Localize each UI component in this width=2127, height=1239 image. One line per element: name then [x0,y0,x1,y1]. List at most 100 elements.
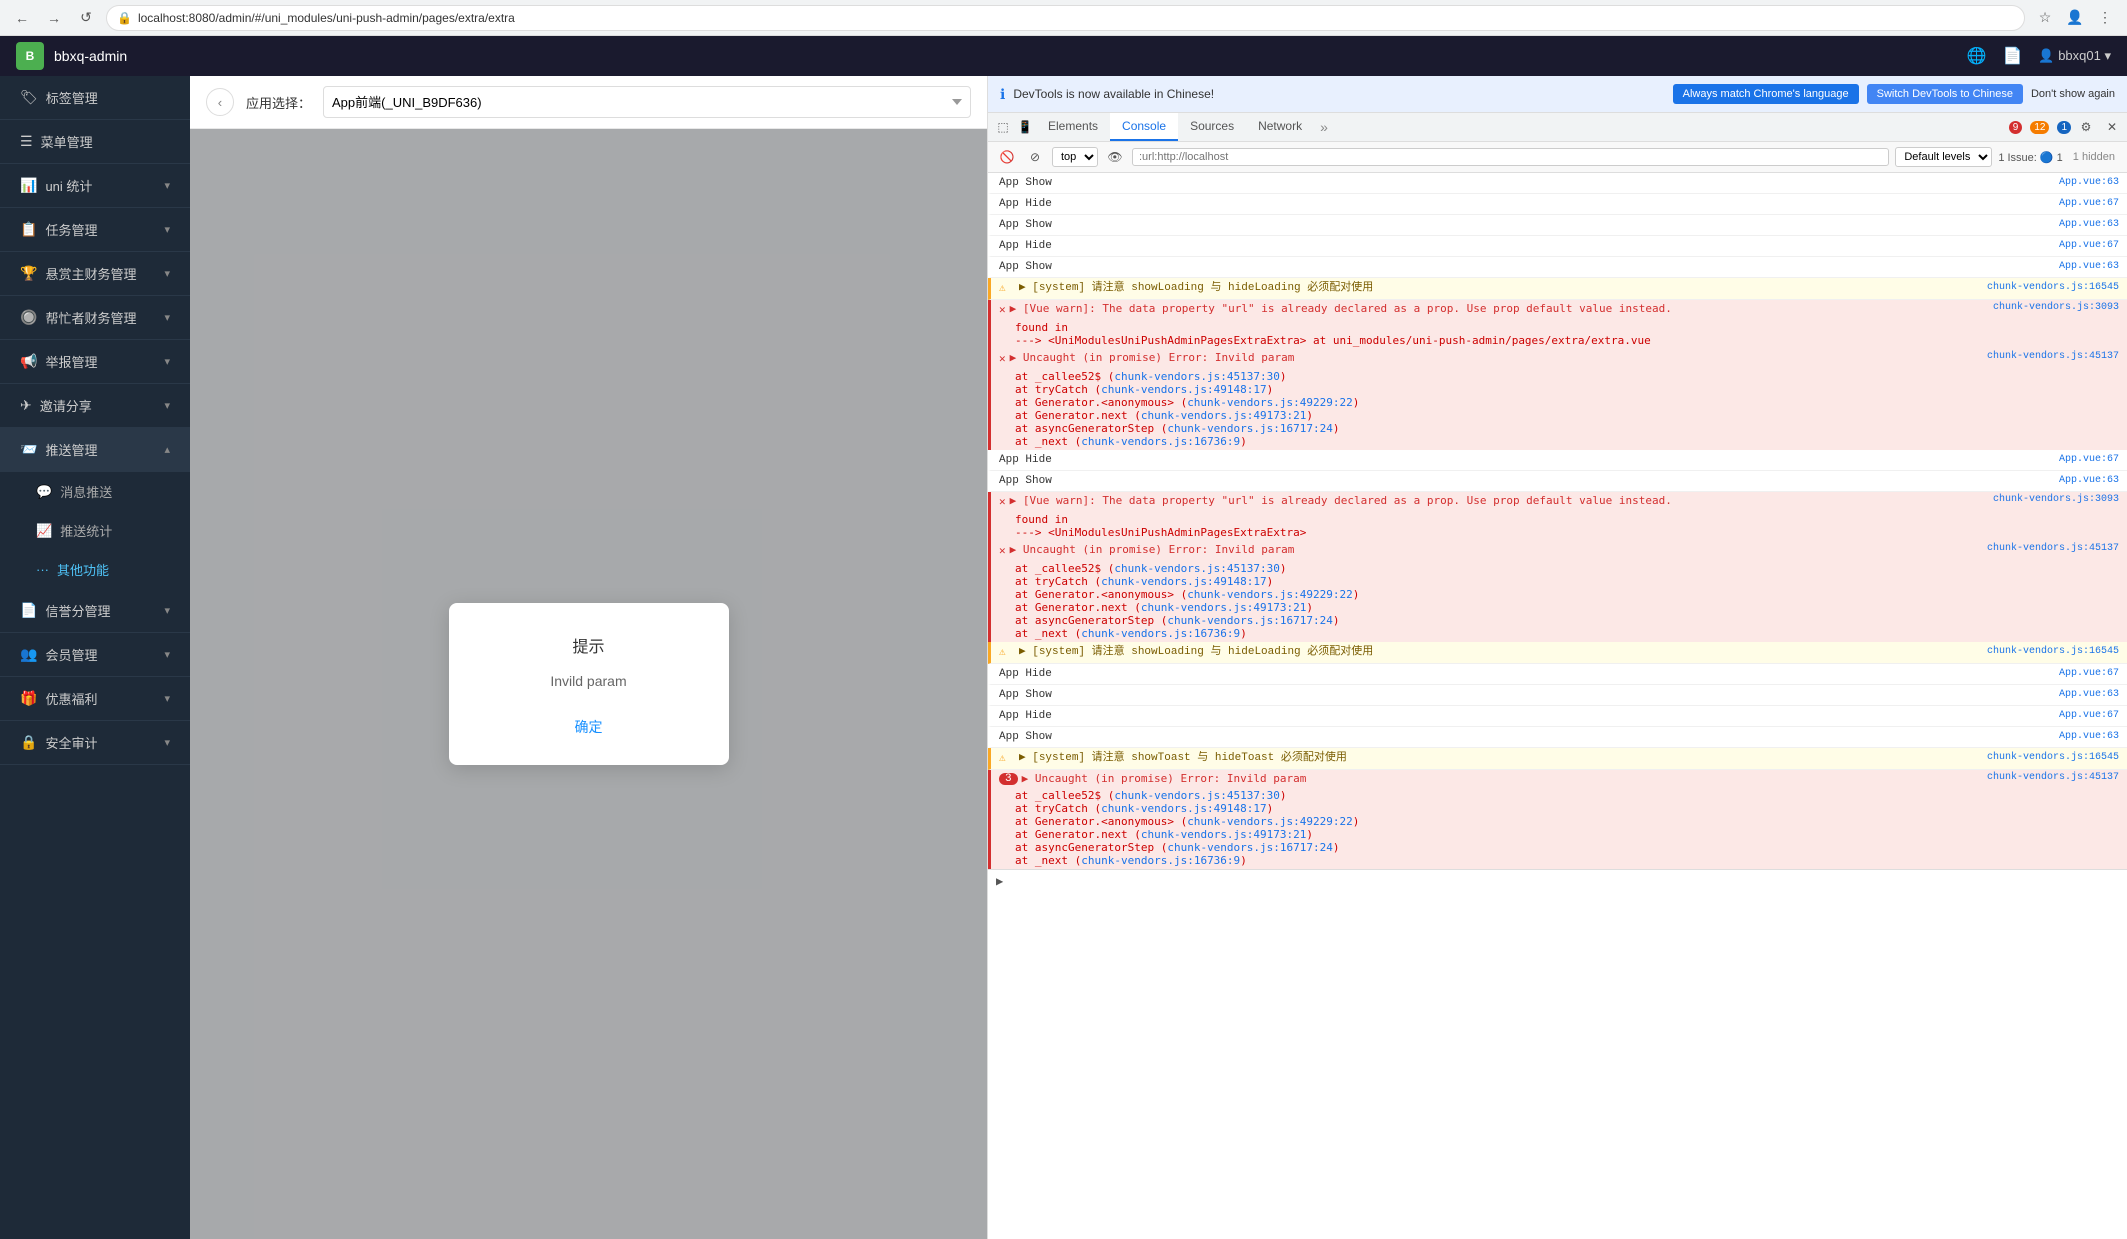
log-link[interactable]: chunk-vendors.js:45137 [1979,772,2119,783]
sidebar: 🏷 标签管理 ☰ 菜单管理 📊 uni 统计 ▾ 📋 任务管理 ▾ [0,76,190,1239]
log-link[interactable]: chunk-vendors.js:3093 [1985,302,2119,313]
levels-selector[interactable]: Default levels [1895,147,1992,167]
log-entry-error: ✕ ▶ Uncaught (in promise) Error: Invild … [988,349,2127,450]
log-sub: at tryCatch (chunk-vendors.js:49148:17) [1015,802,2119,815]
log-link[interactable]: chunk-vendors.js:3093 [1985,494,2119,505]
log-link[interactable]: chunk-vendors.js:16545 [1979,644,2119,660]
sidebar-item-msg-push[interactable]: 💬 消息推送 [0,472,190,511]
log-sub: at _callee52$ (chunk-vendors.js:45137:30… [1015,789,2119,802]
more-tabs-button[interactable]: » [1314,115,1334,139]
log-link[interactable]: App.vue:63 [2051,259,2119,275]
chevron-up-icon: ▴ [164,443,170,456]
filter-button[interactable]: ⊘ [1024,146,1046,168]
log-link[interactable]: App.vue:63 [2051,729,2119,745]
sidebar-item-push[interactable]: 📨 推送管理 ▴ [0,428,190,472]
log-link[interactable]: App.vue:67 [2051,238,2119,254]
log-link[interactable]: App.vue:63 [2051,687,2119,703]
sidebar-item-welfare[interactable]: 🎁 优惠福利 ▾ [0,677,190,721]
devtools-inspect-button[interactable]: ⬚ [992,116,1014,138]
log-link[interactable]: App.vue:67 [2051,666,2119,682]
devtools-notification: ℹ DevTools is now available in Chinese! … [988,76,2127,113]
app-header: B bbxq-admin 🌐 📄 👤 bbxq01 ▾ [0,36,2127,76]
dialog-title: 提示 [473,633,705,657]
info-badge: 1 [2057,121,2071,134]
forward-button[interactable]: → [42,6,66,30]
sidebar-item-report[interactable]: 📢 举报管理 ▾ [0,340,190,384]
sidebar-label-member: 会员管理 [45,645,97,664]
reload-button[interactable]: ↺ [74,6,98,30]
log-link[interactable]: App.vue:67 [2051,196,2119,212]
sidebar-label-reward: 悬赏主财务管理 [45,264,136,283]
translate-icon[interactable]: 📄 [2002,46,2022,66]
switch-devtools-button[interactable]: Switch DevTools to Chinese [1867,84,2023,104]
log-link[interactable]: App.vue:67 [2051,452,2119,468]
log-sub: at Generator.<anonymous> (chunk-vendors.… [1015,588,2119,601]
sidebar-item-other-func[interactable]: ··· 其他功能 [0,550,190,589]
sidebar-item-security[interactable]: 🔒 安全审计 ▾ [0,721,190,765]
sidebar-item-task[interactable]: 📋 任务管理 ▾ [0,208,190,252]
tab-elements[interactable]: Elements [1036,113,1110,141]
log-link[interactable]: chunk-vendors.js:16545 [1979,280,2119,296]
chevron-down-icon4: ▾ [164,311,170,324]
helper-icon: 🔘 [20,309,37,326]
bookmark-button[interactable]: ☆ [2033,6,2057,30]
eye-button[interactable]: 👁 [1104,146,1126,168]
error-icon: ✕ [999,495,1006,509]
log-link[interactable]: App.vue:63 [2051,473,2119,489]
credit-icon: 📄 [20,602,37,619]
menu-icon: ☰ [20,133,33,150]
sidebar-item-menu[interactable]: ☰ 菜单管理 [0,120,190,164]
log-sub: at _next (chunk-vendors.js:16736:9) [1015,854,2119,867]
log-link[interactable]: App.vue:63 [2051,175,2119,191]
globe-icon[interactable]: 🌐 [1967,46,1987,66]
chevron-down-icon6: ▾ [164,399,170,412]
sidebar-item-push-stats[interactable]: 📈 推送统计 [0,511,190,550]
tab-console[interactable]: Console [1110,113,1178,141]
sidebar-item-invite[interactable]: ✈ 邀请分享 ▾ [0,384,190,428]
stats-icon: 📊 [20,177,37,194]
profile-button[interactable]: 👤 [2063,6,2087,30]
log-link[interactable]: App.vue:67 [2051,708,2119,724]
tab-network[interactable]: Network [1246,113,1314,141]
invite-icon: ✈ [20,397,32,414]
log-entry: App Hide App.vue:67 [988,236,2127,257]
sidebar-item-reward[interactable]: 🏆 悬赏主财务管理 ▾ [0,252,190,296]
sidebar-item-helper[interactable]: 🔘 帮忙者财务管理 ▾ [0,296,190,340]
always-match-button[interactable]: Always match Chrome's language [1673,84,1859,104]
back-button[interactable]: ← [10,6,34,30]
log-link[interactable]: App.vue:63 [2051,217,2119,233]
filter-input[interactable] [1132,148,1889,166]
menu-dots-button[interactable]: ⋮ [2093,6,2117,30]
sidebar-item-member[interactable]: 👥 会员管理 ▾ [0,633,190,677]
sidebar-item-uni-stats[interactable]: 📊 uni 统计 ▾ [0,164,190,208]
warn-icon: ⚠ [999,281,1015,297]
clear-console-button[interactable]: 🚫 [996,146,1018,168]
log-link[interactable]: chunk-vendors.js:45137 [1979,351,2119,362]
tab-sources[interactable]: Sources [1178,113,1246,141]
address-bar[interactable]: 🔒 localhost:8080/admin/#/uni_modules/uni… [106,5,2025,31]
back-nav-button[interactable]: ‹ [206,88,234,116]
dialog-confirm-button[interactable]: 确定 [559,713,619,741]
log-entry: App Show App.vue:63 [988,215,2127,236]
log-link[interactable]: chunk-vendors.js:45137 [1979,543,2119,554]
settings-button[interactable]: ⚙ [2075,116,2097,138]
sidebar-label-menu: 菜单管理 [41,132,93,151]
tag-icon: 🏷 [20,89,38,106]
log-sub: at asyncGeneratorStep (chunk-vendors.js:… [1015,841,2119,854]
error-text: ▶ [Vue warn]: The data property "url" is… [1010,302,1985,315]
sidebar-item-credit[interactable]: 📄 信誉分管理 ▾ [0,589,190,633]
chevron-down-icon8: ▾ [164,648,170,661]
log-sub: at _next (chunk-vendors.js:16736:9) [1015,627,2119,640]
app-selector[interactable]: App前端(_UNI_B9DF636) [323,86,971,118]
context-selector[interactable]: top [1052,147,1098,167]
error-text: ▶ Uncaught (in promise) Error: Invild pa… [1022,772,1979,785]
dont-show-again-button[interactable]: Don't show again [2031,88,2115,100]
devtools-panel: ℹ DevTools is now available in Chinese! … [987,76,2127,1239]
console-log[interactable]: App Show App.vue:63 App Hide App.vue:67 … [988,173,2127,1239]
sidebar-item-tag[interactable]: 🏷 标签管理 [0,76,190,120]
user-menu[interactable]: 👤 bbxq01 ▾ [2038,48,2111,64]
devtools-mobile-button[interactable]: 📱 [1014,116,1036,138]
log-link[interactable]: chunk-vendors.js:16545 [1979,750,2119,766]
close-devtools-button[interactable]: ✕ [2101,116,2123,138]
main-layout: 🏷 标签管理 ☰ 菜单管理 📊 uni 统计 ▾ 📋 任务管理 ▾ [0,76,2127,1239]
